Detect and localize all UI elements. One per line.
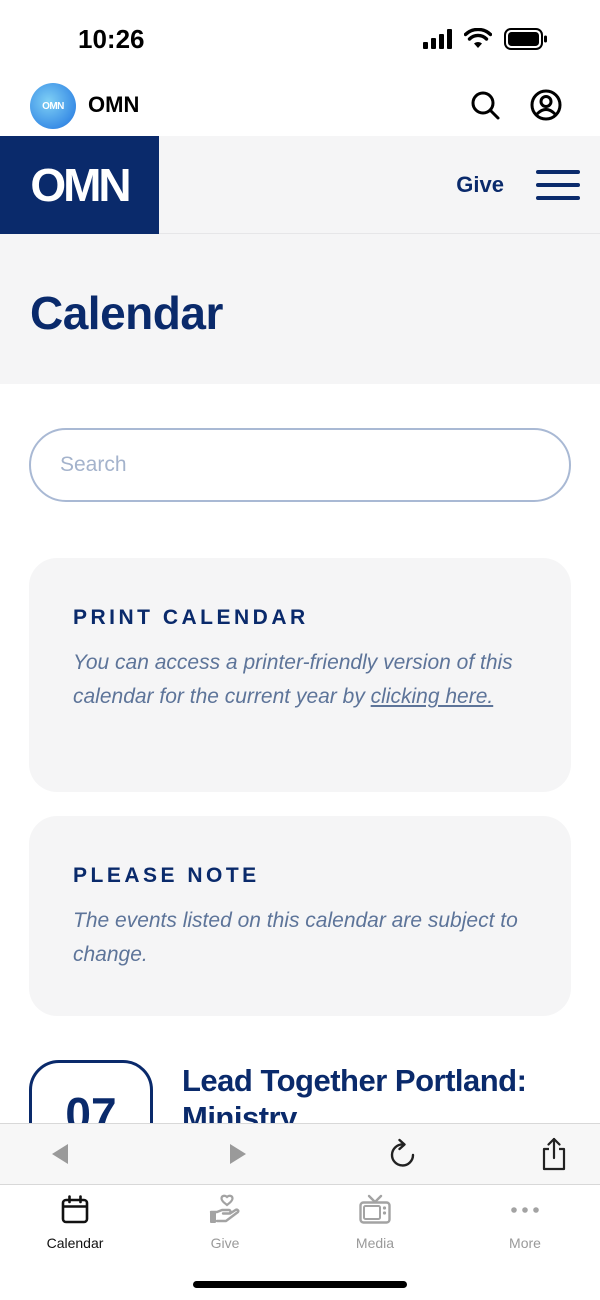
tab-media[interactable]: Media <box>300 1193 450 1253</box>
app-header: OMN OMN <box>0 76 600 136</box>
reload-icon[interactable] <box>385 1136 421 1172</box>
tab-label: Give <box>210 1235 240 1251</box>
share-icon[interactable] <box>536 1136 572 1172</box>
back-icon[interactable] <box>42 1136 78 1172</box>
tab-label: More <box>509 1235 541 1251</box>
tab-label: Media <box>355 1235 395 1251</box>
give-hand-heart-icon <box>208 1193 242 1227</box>
forward-icon[interactable] <box>220 1136 256 1172</box>
search-field[interactable] <box>29 428 571 502</box>
status-bar: 10:26 <box>0 0 600 76</box>
calendar-icon <box>58 1193 92 1227</box>
wifi-icon <box>464 28 492 48</box>
please-note-card: PLEASE NOTE The events listed on this ca… <box>29 816 571 1016</box>
give-link[interactable]: Give <box>456 172 504 198</box>
print-calendar-link[interactable]: clicking here. <box>371 685 494 708</box>
site-logo-text: OMN <box>30 159 131 211</box>
status-time: 10:26 <box>78 24 145 54</box>
tab-calendar[interactable]: Calendar <box>0 1193 150 1253</box>
tab-more[interactable]: More <box>450 1193 600 1253</box>
search-icon[interactable] <box>468 88 502 122</box>
cellular-signal-icon <box>423 29 452 49</box>
page-title: Calendar <box>30 287 223 339</box>
site-logo[interactable]: OMN <box>0 136 159 234</box>
app-logo-text: OMN <box>42 100 64 112</box>
site-nav: OMN Give <box>0 136 600 234</box>
app-logo[interactable]: OMN <box>30 83 76 129</box>
home-indicator <box>193 1281 407 1288</box>
browser-toolbar <box>0 1123 600 1185</box>
print-calendar-text: You can access a printer-friendly versio… <box>73 646 527 714</box>
please-note-heading: PLEASE NOTE <box>73 864 260 887</box>
print-calendar-heading: PRINT CALENDAR <box>73 606 309 629</box>
app-name: OMN <box>88 92 140 117</box>
tab-give[interactable]: Give <box>150 1193 300 1253</box>
title-band: Calendar <box>0 234 600 384</box>
tab-label: Calendar <box>46 1235 104 1251</box>
please-note-text: The events listed on this calendar are s… <box>73 909 518 966</box>
search-input[interactable] <box>31 430 569 500</box>
status-icons <box>423 28 548 50</box>
print-calendar-card: PRINT CALENDAR You can access a printer-… <box>29 558 571 792</box>
battery-icon <box>504 28 547 50</box>
hamburger-menu-icon[interactable] <box>536 170 580 200</box>
account-icon[interactable] <box>529 88 563 122</box>
more-dots-icon <box>508 1193 542 1227</box>
tv-icon <box>358 1193 392 1227</box>
